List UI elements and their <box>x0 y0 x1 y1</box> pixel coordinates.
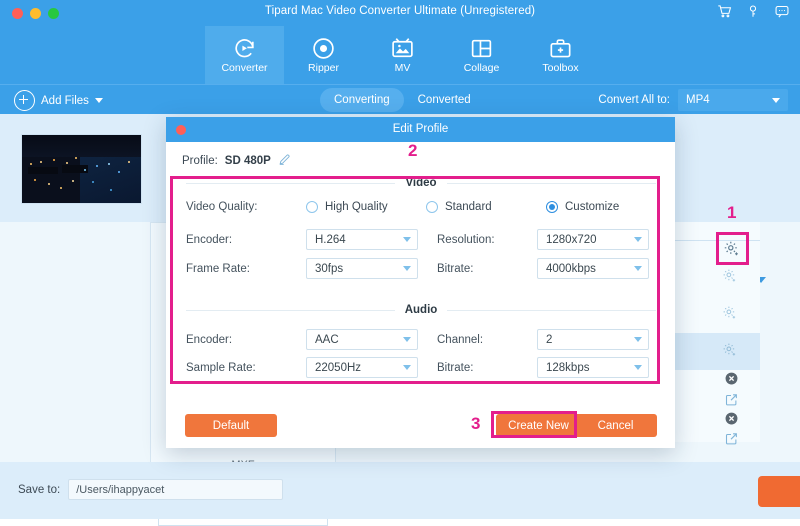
chevron-down-icon <box>772 97 780 103</box>
app-title: Tipard Mac Video Converter Ultimate (Unr… <box>264 5 536 17</box>
chevron-down-icon[interactable] <box>94 98 103 103</box>
cart-icon[interactable] <box>717 4 732 19</box>
edit-item-icon[interactable] <box>724 431 739 451</box>
gear-icon[interactable] <box>722 342 737 362</box>
title-bar-icons <box>717 4 790 19</box>
profile-label: Profile: <box>182 155 218 167</box>
ripper-icon <box>311 36 336 60</box>
dialog-title-bar: Edit Profile <box>166 117 675 142</box>
nav-label-ripper: Ripper <box>308 62 339 74</box>
annotation-number-2: 2 <box>408 141 418 160</box>
convert-all-button[interactable] <box>758 476 800 507</box>
sub-toolbar: Add Files Converting Converted Convert A… <box>0 84 800 115</box>
nav-item-collage[interactable]: Collage <box>442 26 521 84</box>
nav-label-mv: MV <box>394 62 411 74</box>
collage-icon <box>469 36 494 60</box>
nav-item-toolbox[interactable]: Toolbox <box>521 26 600 84</box>
add-files-button[interactable]: Add Files <box>14 90 103 111</box>
thumbnail-water <box>80 157 141 203</box>
feedback-icon[interactable] <box>774 4 790 19</box>
save-to-label: Save to: <box>18 483 61 496</box>
save-to-path-input[interactable]: /Users/ihappyacet <box>68 479 284 500</box>
nav-item-converter[interactable]: Converter <box>205 26 284 84</box>
convert-all-format-select[interactable]: MP4 <box>678 89 788 111</box>
toolbox-icon <box>548 36 573 60</box>
nav-label-converter: Converter <box>221 62 268 74</box>
mv-icon <box>390 36 415 60</box>
plus-circle-icon <box>14 90 35 111</box>
converter-icon <box>232 36 257 60</box>
convert-all-to: Convert All to: MP4 <box>598 89 788 111</box>
cancel-button[interactable]: Cancel <box>574 414 657 437</box>
dialog-title: Edit Profile <box>392 123 449 135</box>
convert-status-tabs: Converting Converted <box>320 88 485 112</box>
annotation-number-1: 1 <box>727 203 737 222</box>
nav-items: Converter Ripper MV Collage Toolbox <box>205 26 600 84</box>
nav-item-ripper[interactable]: Ripper <box>284 26 363 84</box>
annotation-box-3 <box>491 411 577 438</box>
annotation-box-1 <box>716 232 749 265</box>
tab-converting[interactable]: Converting <box>320 88 404 112</box>
key-icon[interactable] <box>746 4 760 19</box>
remove-item-icon[interactable] <box>724 371 739 391</box>
main-nav-bar: Converter Ripper MV Collage Toolbox <box>0 26 800 84</box>
gear-icon[interactable] <box>722 305 737 325</box>
title-bar: Tipard Mac Video Converter Ultimate (Unr… <box>0 0 800 26</box>
annotation-box-2 <box>170 176 660 384</box>
pencil-icon[interactable] <box>278 153 291 169</box>
profile-row: Profile: SD 480P <box>182 153 291 169</box>
remove-item-icon[interactable] <box>724 411 739 431</box>
gear-icon[interactable] <box>722 268 737 288</box>
convert-all-format-value: MP4 <box>686 94 710 106</box>
default-button[interactable]: Default <box>185 414 277 437</box>
annotation-number-3: 3 <box>471 414 481 433</box>
nav-label-collage: Collage <box>463 62 500 74</box>
add-files-label: Add Files <box>41 94 89 107</box>
edit-item-icon[interactable] <box>724 392 739 412</box>
app-window: Tipard Mac Video Converter Ultimate (Unr… <box>0 0 800 526</box>
save-to-group: Save to: /Users/ihappyacet <box>18 479 284 500</box>
convert-all-label: Convert All to: <box>598 94 670 106</box>
bottom-bar: Save to: /Users/ihappyacet <box>0 462 800 519</box>
video-thumbnail[interactable] <box>21 134 142 204</box>
profile-value: SD 480P <box>224 155 271 167</box>
nav-item-mv[interactable]: MV <box>363 26 442 84</box>
nav-label-toolbox: Toolbox <box>542 62 579 74</box>
tab-converted[interactable]: Converted <box>404 88 485 112</box>
